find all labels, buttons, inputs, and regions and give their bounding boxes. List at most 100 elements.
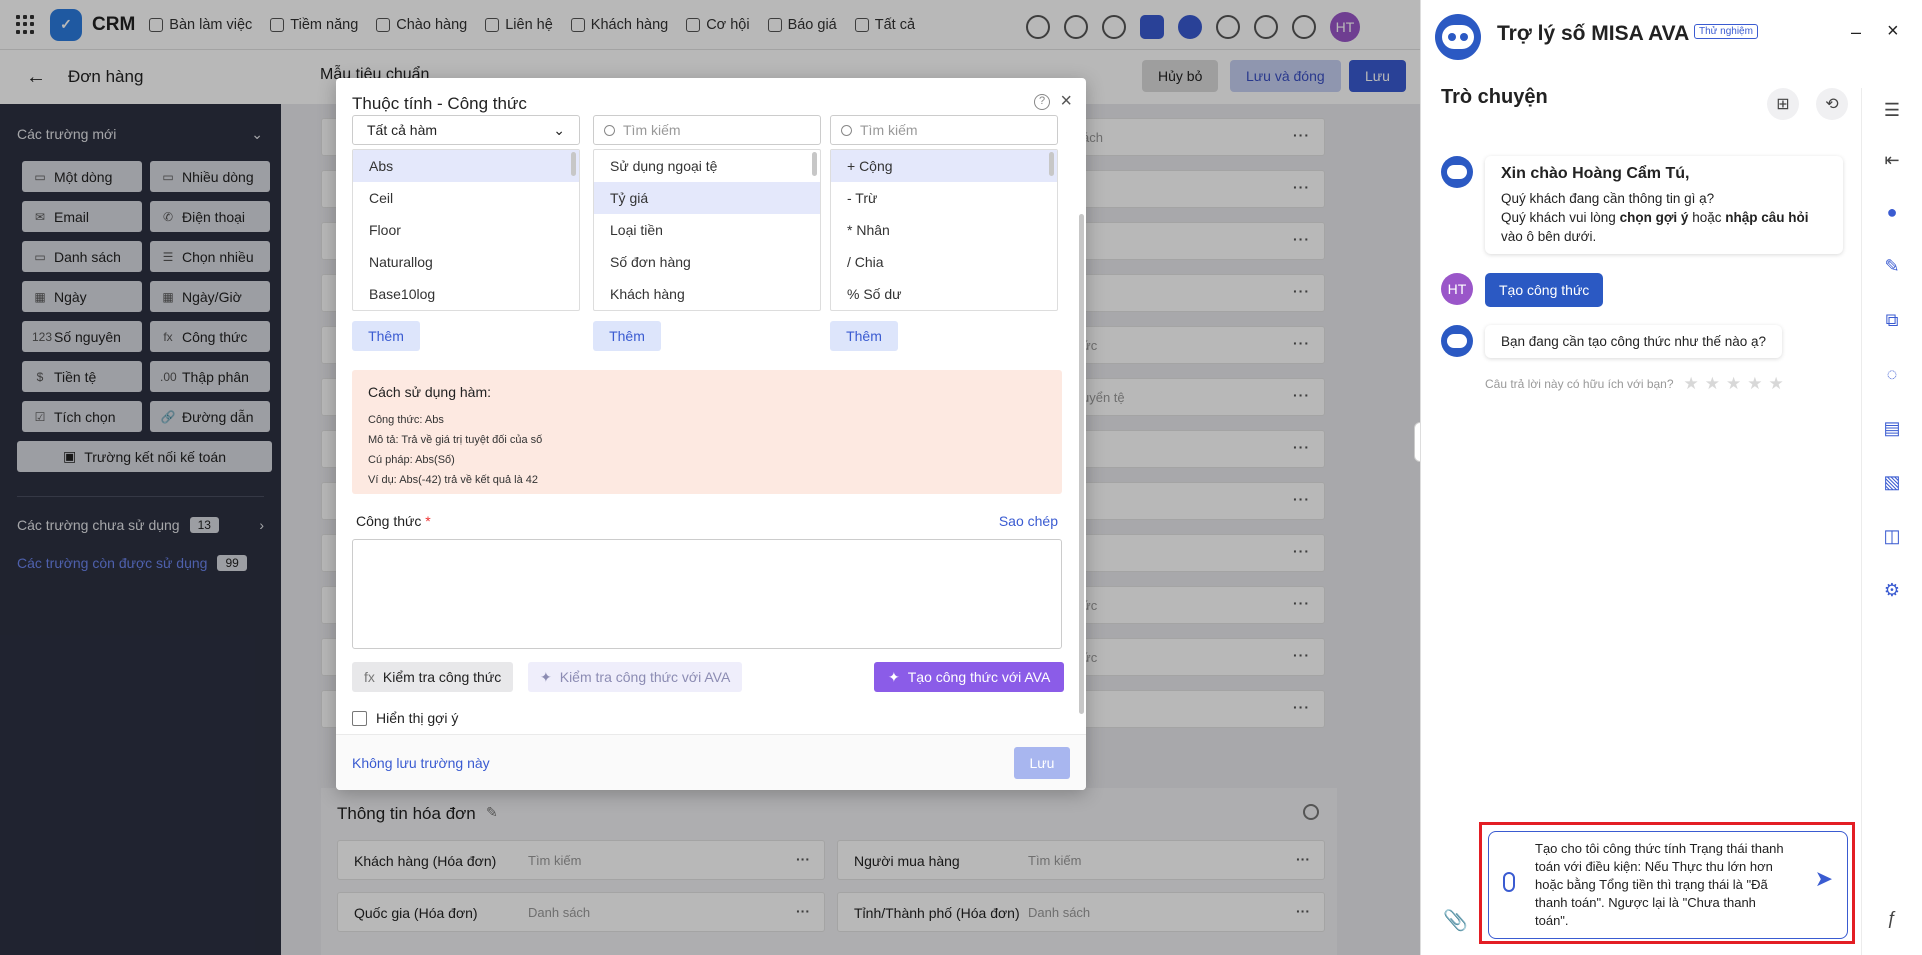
search-chat-icon[interactable]: ◌ — [1880, 362, 1904, 386]
list-item[interactable]: Tỷ giá — [594, 182, 820, 214]
operator-list: + Cộng - Trừ * Nhân / Chia% Số dư — [830, 149, 1058, 311]
minimize-icon[interactable]: – — [1851, 22, 1861, 43]
usage-line: Công thức: Abs — [368, 414, 444, 426]
collapse-icon[interactable]: ⇤ — [1880, 148, 1904, 172]
list-item[interactable]: Loại tiền — [594, 214, 820, 246]
chat-title: Trò chuyện — [1441, 86, 1548, 108]
translate-icon[interactable]: ⧉ — [1880, 308, 1904, 332]
hint-label: Hiển thị gợi ý — [376, 710, 459, 726]
text: Quý khách vui lòng — [1501, 210, 1620, 225]
fx-icon: fx — [364, 669, 375, 685]
attachment-icon[interactable]: 📎 — [1443, 908, 1468, 933]
add-function-button[interactable]: Thêm — [352, 321, 420, 351]
star-rating[interactable]: ★★★★★ — [1684, 374, 1790, 394]
button-label: Kiểm tra công thức với AVA — [559, 669, 731, 685]
assistant-title: Trợ lý số MISA AVA — [1497, 22, 1690, 45]
hint-checkbox[interactable] — [352, 710, 367, 726]
split-icon[interactable]: ◫ — [1880, 524, 1904, 548]
greeting-line: Quý khách vui lòng chọn gợi ý hoặc nhập … — [1501, 208, 1827, 227]
check-with-ava-button[interactable]: ✦ Kiểm tra công thức với AVA — [528, 662, 743, 692]
list-scrollbar[interactable] — [1049, 152, 1054, 176]
formula-label-text: Công thức — [356, 513, 422, 529]
greeting-line: vào ô bên dưới. — [1501, 229, 1597, 244]
usage-line: Ví dụ: Abs(-42) trả về kết quả là 42 — [368, 474, 538, 486]
chat-input[interactable]: Tạo cho tôi công thức tính Trạng thái th… — [1488, 831, 1848, 939]
function-list: Abs Ceil Floor Naturallog Base10log — [352, 149, 580, 311]
user-avatar: HT — [1441, 273, 1473, 305]
image-icon[interactable]: ▧ — [1880, 470, 1904, 494]
send-icon[interactable]: ➤ — [1815, 868, 1833, 890]
chat-bubble-icon[interactable]: ● — [1880, 200, 1904, 224]
formula-label: Công thức * — [356, 513, 431, 529]
edit-icon[interactable]: ✎ — [1880, 254, 1904, 278]
list-item[interactable]: Sử dụng ngoại tệ — [594, 150, 820, 182]
add-field-button[interactable]: Thêm — [593, 321, 661, 351]
function-column: Tất cả hàm ⌄ Abs Ceil Floor Naturallog Base1… — [352, 115, 580, 351]
user-message: Tạo công thức — [1485, 273, 1604, 307]
rating-question: Câu trả lời này có hữu ích với bạn? — [1485, 377, 1674, 391]
chevron-down-icon: ⌄ — [553, 121, 565, 138]
assistant-side-rail: ☰ ⇤ ● ✎ ⧉ ◌ ▤ ▧ ◫ ⚙ ƒ — [1861, 88, 1922, 955]
field-search-input[interactable]: Tìm kiếm — [593, 115, 821, 145]
list-item[interactable]: Số đơn hàng — [594, 246, 820, 278]
greeting-message: Xin chào Hoàng Cẩm Tú, Quý khách đang cầ… — [1485, 156, 1843, 254]
dont-save-link[interactable]: Không lưu trường này — [352, 755, 490, 771]
ava-assistant-panel: Trợ lý số MISA AVA Thử nghiệm – × Trò ch… — [1420, 0, 1922, 955]
chat-input-text: Tạo cho tôi công thức tính Trạng thái th… — [1535, 841, 1784, 928]
new-chat-icon[interactable]: ⊞ — [1767, 88, 1799, 120]
sparkle-icon: ✦ — [540, 668, 552, 685]
list-item[interactable]: + Cộng — [831, 150, 1057, 182]
dialog-save-button[interactable]: Lưu — [1014, 747, 1070, 779]
select-value: Tất cả hàm — [367, 122, 438, 138]
dialog-scrollbar[interactable] — [1079, 214, 1084, 714]
text-bold: nhập câu hỏi — [1725, 210, 1809, 225]
list-item[interactable]: Khách hàng — [594, 278, 820, 310]
list-scrollbar[interactable] — [571, 152, 576, 176]
close-icon[interactable]: × — [1060, 90, 1072, 113]
usage-box: Cách sử dụng hàm: Công thức: Abs Mô tả: … — [352, 370, 1062, 494]
function-filter-select[interactable]: Tất cả hàm ⌄ — [352, 115, 580, 145]
document-icon[interactable]: ▤ — [1880, 416, 1904, 440]
text: hoặc — [1688, 210, 1726, 225]
settings-icon[interactable]: ⚙ — [1880, 578, 1904, 602]
list-item[interactable]: - Trừ — [831, 182, 1057, 214]
list-item[interactable]: Floor — [353, 214, 579, 246]
button-label: Tạo công thức với AVA — [907, 669, 1051, 685]
ava-avatar-icon — [1441, 325, 1473, 357]
help-icon[interactable]: ? — [1034, 94, 1050, 110]
greeting-heading: Xin chào Hoàng Cẩm Tú, — [1501, 165, 1690, 182]
button-label: Kiểm tra công thức — [382, 669, 502, 685]
add-operator-button[interactable]: Thêm — [830, 321, 898, 351]
operator-search-input[interactable]: Tìm kiếm — [830, 115, 1058, 145]
copy-link[interactable]: Sao chép — [999, 513, 1058, 529]
list-scrollbar[interactable] — [812, 152, 817, 176]
microphone-icon[interactable] — [1503, 872, 1515, 892]
usage-line: Cú pháp: Abs(Số) — [368, 454, 455, 466]
list-item[interactable]: % Số dư — [831, 278, 1057, 310]
search-icon — [604, 124, 615, 136]
close-icon[interactable]: × — [1887, 20, 1899, 43]
usage-title: Cách sử dụng hàm: — [368, 384, 491, 400]
input-highlight-box: Tạo cho tôi công thức tính Trạng thái th… — [1479, 822, 1855, 944]
list-item[interactable]: Base10log — [353, 278, 579, 310]
formula-textarea[interactable] — [352, 539, 1062, 649]
list-item[interactable]: Abs — [353, 150, 579, 182]
formula-icon[interactable]: ƒ — [1880, 906, 1904, 930]
ava-avatar-icon — [1441, 156, 1473, 188]
field-list: Sử dụng ngoại tệ Tỷ giá Loại tiền Số đơn hà… — [593, 149, 821, 311]
search-placeholder: Tìm kiếm — [860, 122, 918, 138]
bot-reply-message: Bạn đang cần tạo công thức như thế nào ạ… — [1485, 325, 1783, 358]
list-item[interactable]: / Chia — [831, 246, 1057, 278]
check-formula-button[interactable]: fx Kiểm tra công thức — [352, 662, 514, 692]
rating-row: Câu trả lời này có hữu ích với bạn? ★★★★… — [1485, 374, 1790, 394]
list-item[interactable]: Ceil — [353, 182, 579, 214]
beta-badge: Thử nghiệm — [1694, 24, 1758, 39]
list-item[interactable]: Naturallog — [353, 246, 579, 278]
search-placeholder: Tìm kiếm — [623, 122, 681, 138]
list-item[interactable]: * Nhân — [831, 214, 1057, 246]
generate-with-ava-button[interactable]: ✦ Tạo công thức với AVA — [874, 662, 1065, 692]
show-hint-option[interactable]: Hiển thị gợi ý — [352, 710, 458, 726]
search-icon — [841, 124, 852, 136]
menu-icon[interactable]: ☰ — [1880, 98, 1904, 122]
history-icon[interactable]: ⟲ — [1816, 88, 1848, 120]
